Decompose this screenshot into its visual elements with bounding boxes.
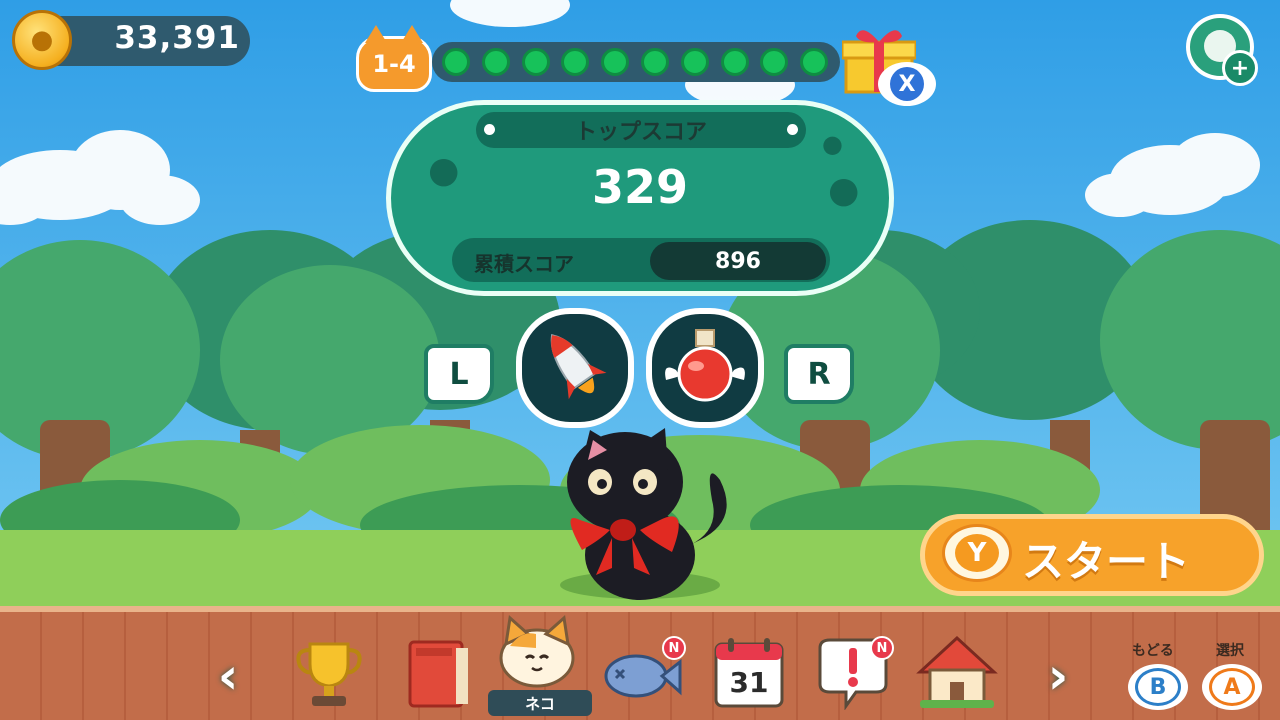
top-score-label: トップスコア: [574, 120, 707, 145]
stage-progress-dot: [442, 48, 470, 76]
new-badge: N: [662, 636, 686, 660]
trophy-icon[interactable]: [288, 634, 370, 710]
paw-icon: ●: [428, 150, 460, 191]
pin-dot: [787, 124, 798, 135]
stage-progress-dot: [481, 48, 510, 76]
left-shoulder-button[interactable]: L: [424, 344, 494, 404]
start-button-label: スタート: [1022, 537, 1191, 586]
paw-coin-icon: ●: [12, 10, 72, 70]
paw-icon: ●: [828, 170, 860, 211]
cat-face-icon[interactable]: [496, 612, 578, 688]
top-score-title: トップスコア: [476, 112, 806, 148]
new-badge: N: [870, 636, 894, 660]
cumulative-score-value: 896: [650, 242, 826, 280]
book-icon[interactable]: [398, 634, 480, 710]
b-key-label: B: [1135, 668, 1181, 706]
level-badge: 1-4: [356, 25, 432, 92]
stage-progress-dot: [720, 48, 749, 76]
house-icon[interactable]: [916, 634, 998, 710]
potion-icon: [665, 329, 745, 402]
stage-progress-dot: [641, 48, 669, 76]
close-reward-button[interactable]: X: [878, 62, 936, 106]
selected-menu-label: ネコ: [488, 690, 592, 716]
top-score-value: 329: [591, 160, 689, 214]
a-key-label: A: [1209, 668, 1255, 706]
menu-next-arrow[interactable]: ›: [1038, 647, 1078, 705]
select-button[interactable]: A: [1202, 664, 1262, 710]
right-shoulder-button[interactable]: R: [784, 344, 854, 404]
rocket-icon: [550, 334, 607, 400]
back-button[interactable]: B: [1128, 664, 1188, 710]
select-label: 選択: [1216, 643, 1244, 659]
stage-progress-dot: [800, 48, 829, 76]
stage-progress-dot: [680, 48, 709, 76]
stage-progress-dot: [521, 48, 550, 76]
stage-progress-dot: [601, 48, 630, 76]
paw-icon: ●: [822, 130, 843, 158]
cumulative-score-label: 累積スコア: [474, 252, 574, 276]
y-button-hint: Y: [942, 524, 1012, 582]
coin-amount: 33,391: [114, 20, 240, 56]
y-key-label: Y: [955, 534, 999, 572]
plus-icon: +: [1222, 50, 1258, 86]
close-icon: X: [890, 67, 924, 101]
menu-prev-arrow[interactable]: ‹: [208, 647, 248, 705]
settings-button[interactable]: +: [1186, 14, 1258, 86]
back-label: もどる: [1132, 643, 1174, 659]
item-slot-rocket[interactable]: [516, 308, 634, 428]
item-slot-potion[interactable]: [646, 308, 764, 428]
pin-dot: [484, 124, 495, 135]
calendar-day: 31: [729, 666, 769, 699]
